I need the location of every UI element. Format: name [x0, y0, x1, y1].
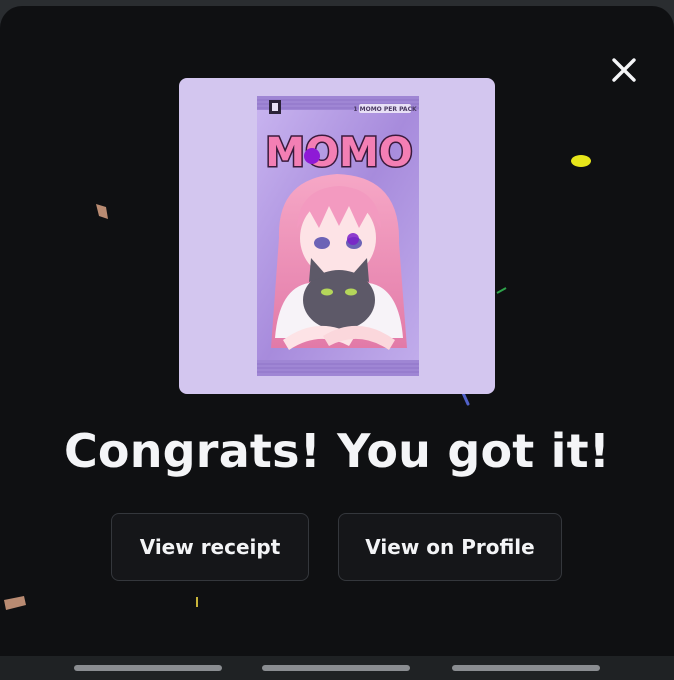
view-on-profile-button[interactable]: View on Profile [338, 513, 562, 581]
nav-handle-center [262, 665, 410, 671]
confetti-tan-left [96, 204, 108, 219]
close-button[interactable] [600, 46, 648, 94]
success-headline: Congrats! You got it! [63, 424, 611, 478]
nav-handle-left [74, 665, 222, 671]
confetti-green [496, 287, 507, 294]
confetti-tan-bottom [4, 596, 26, 610]
close-icon [612, 58, 636, 82]
success-modal: 1 MOMO PER PACK MOMO Congrats! You got i… [0, 6, 674, 656]
view-receipt-button[interactable]: View receipt [111, 513, 309, 581]
pack-image: 1 MOMO PER PACK MOMO [179, 78, 495, 394]
pack-badge-text: 1 MOMO PER PACK [353, 106, 417, 113]
pack-brand-title: MOMO [265, 130, 413, 176]
confetti-yellow [571, 155, 591, 167]
momo-pack-illustration: 1 MOMO PER PACK MOMO [257, 96, 419, 376]
confetti-yellow-small [196, 597, 198, 607]
bottom-navigation-bar [0, 656, 674, 680]
view-receipt-label: View receipt [139, 535, 281, 559]
view-on-profile-label: View on Profile [365, 535, 535, 559]
nav-handle-right [452, 665, 600, 671]
